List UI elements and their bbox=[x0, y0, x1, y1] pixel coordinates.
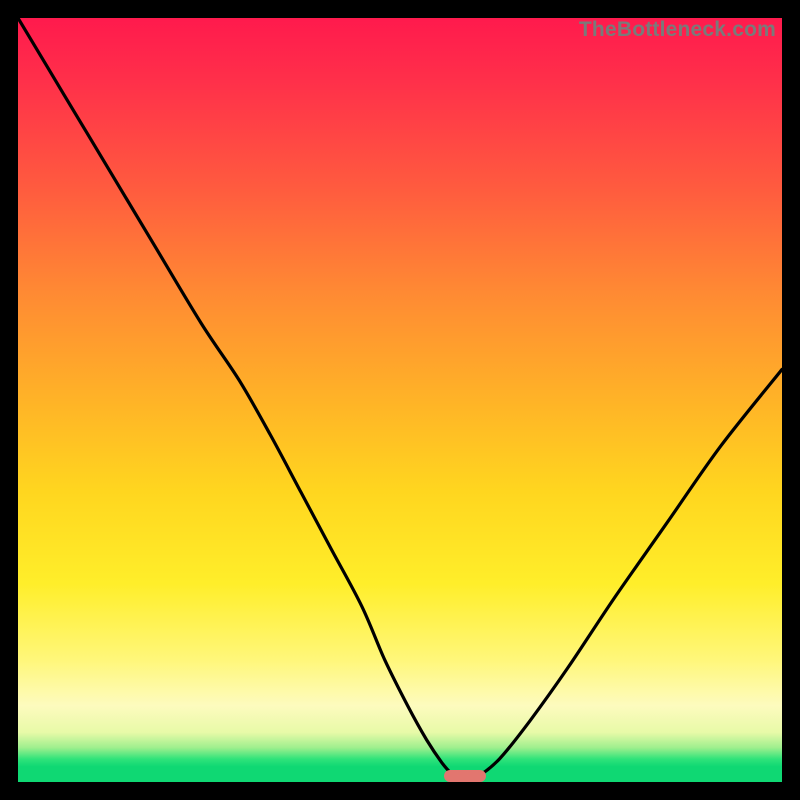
chart-frame: TheBottleneck.com bbox=[0, 0, 800, 800]
bottleneck-curve bbox=[18, 18, 782, 782]
optimal-marker bbox=[444, 770, 486, 782]
plot-area: TheBottleneck.com bbox=[18, 18, 782, 782]
curve-path bbox=[18, 18, 782, 782]
